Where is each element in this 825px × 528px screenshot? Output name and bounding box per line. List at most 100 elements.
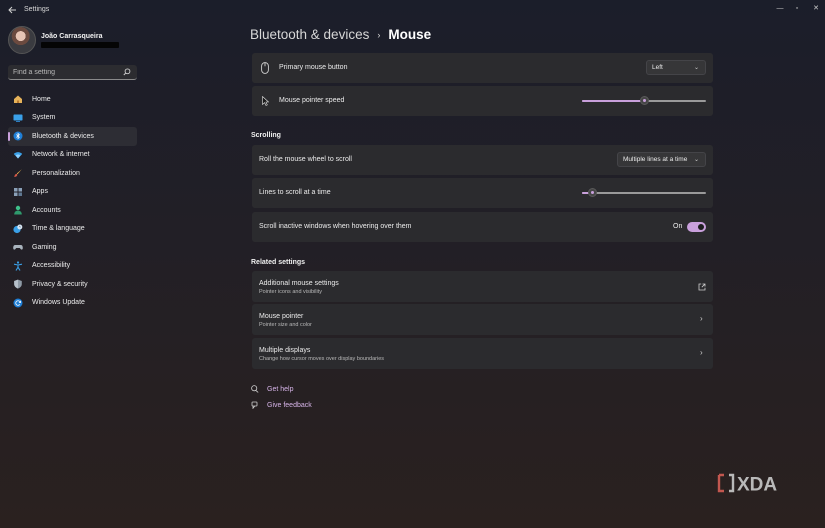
- sidebar-item-time-language[interactable]: Time & language: [8, 220, 137, 239]
- sidebar-item-label: System: [32, 114, 56, 122]
- related-item-title: Mouse pointer: [259, 313, 304, 320]
- roll-wheel-label: Roll the mouse wheel to scroll: [259, 156, 352, 163]
- redacted-email: [41, 42, 119, 48]
- user-name: João Carrasqueira: [41, 33, 103, 40]
- toggle-knob: [698, 224, 704, 230]
- lines-to-scroll-slider[interactable]: [582, 188, 706, 198]
- update-icon: [13, 298, 23, 308]
- back-arrow-icon[interactable]: [6, 5, 18, 17]
- clock-globe-icon: [13, 224, 23, 234]
- sidebar-item-accounts[interactable]: Accounts: [8, 201, 137, 220]
- search-input[interactable]: [13, 67, 118, 78]
- sidebar-nav: Home System Bluetooth & devices Network …: [8, 90, 137, 312]
- breadcrumb: Bluetooth & devices › Mouse: [250, 27, 431, 42]
- related-item-title: Additional mouse settings: [259, 280, 339, 287]
- sidebar-item-home[interactable]: Home: [8, 90, 137, 109]
- sidebar-item-label: Windows Update: [32, 299, 85, 307]
- search-icon[interactable]: [123, 68, 131, 76]
- sidebar-item-network[interactable]: Network & internet: [8, 146, 137, 165]
- title-bar: Settings — ▫ ✕: [0, 0, 825, 22]
- related-item-mouse-pointer[interactable]: Mouse pointer Pointer size and color ›: [252, 304, 713, 335]
- sidebar-item-windows-update[interactable]: Windows Update: [8, 294, 137, 313]
- related-item-multiple-displays[interactable]: Multiple displays Change how cursor move…: [252, 338, 713, 369]
- home-icon: [13, 94, 23, 104]
- close-button[interactable]: ✕: [809, 3, 823, 15]
- search-box[interactable]: [8, 65, 137, 80]
- system-icon: [13, 113, 23, 123]
- shield-icon: [13, 279, 23, 289]
- roll-wheel-card: Roll the mouse wheel to scroll Multiple …: [252, 145, 713, 175]
- help-chat-icon: [251, 385, 259, 393]
- brush-icon: [13, 168, 23, 178]
- inactive-scroll-label: Scroll inactive windows when hovering ov…: [259, 223, 412, 230]
- page-title: Mouse: [388, 27, 432, 42]
- gamepad-icon: [13, 242, 23, 252]
- related-item-title: Multiple displays: [259, 347, 311, 354]
- slider-fill: [582, 100, 644, 102]
- wifi-icon: [13, 150, 23, 160]
- primary-mouse-button-dropdown[interactable]: Left ⌄: [646, 60, 706, 75]
- chevron-right-icon: ›: [700, 348, 703, 357]
- inactive-scroll-toggle[interactable]: [687, 222, 706, 232]
- cursor-icon: [262, 96, 269, 106]
- get-help-link[interactable]: Get help: [251, 385, 293, 393]
- sidebar-item-gaming[interactable]: Gaming: [8, 238, 137, 257]
- watermark-text: XDA: [737, 475, 777, 495]
- slider-thumb[interactable]: [640, 96, 649, 105]
- minimize-button[interactable]: —: [773, 3, 787, 15]
- primary-mouse-button-card: Primary mouse button Left ⌄: [252, 53, 713, 83]
- sidebar-item-label: Accounts: [32, 206, 61, 214]
- sidebar-item-label: Time & language: [32, 225, 85, 233]
- xda-logo: XDA: [717, 473, 777, 495]
- dropdown-value: Left: [652, 64, 663, 71]
- sidebar-item-label: Personalization: [32, 169, 80, 177]
- inactive-scroll-card: Scroll inactive windows when hovering ov…: [252, 212, 713, 242]
- sidebar-item-label: Network & internet: [32, 151, 90, 159]
- scrolling-section-title: Scrolling: [251, 132, 281, 139]
- give-feedback-link[interactable]: Give feedback: [251, 401, 312, 409]
- window-title: Settings: [24, 6, 50, 13]
- primary-mouse-button-label: Primary mouse button: [279, 64, 348, 71]
- dropdown-value: Multiple lines at a time: [623, 156, 688, 163]
- feedback-icon: [251, 401, 258, 409]
- give-feedback-text[interactable]: Give feedback: [267, 402, 312, 409]
- external-link-icon: [698, 283, 706, 291]
- roll-wheel-dropdown[interactable]: Multiple lines at a time ⌄: [617, 152, 706, 167]
- related-settings-title: Related settings: [251, 259, 306, 266]
- avatar[interactable]: [8, 26, 36, 54]
- chevron-down-icon: ⌄: [693, 65, 699, 71]
- related-item-subtitle: Pointer icons and visibility: [259, 289, 322, 295]
- slider-thumb[interactable]: [588, 188, 597, 197]
- slider-track: [582, 192, 706, 194]
- apps-icon: [13, 187, 23, 197]
- sidebar-item-label: Accessibility: [32, 262, 71, 270]
- get-help-text[interactable]: Get help: [267, 386, 293, 393]
- sidebar-item-privacy-security[interactable]: Privacy & security: [8, 275, 137, 294]
- lines-to-scroll-label: Lines to scroll at a time: [259, 189, 331, 196]
- sidebar-item-label: Bluetooth & devices: [32, 132, 94, 140]
- related-item-subtitle: Pointer size and color: [259, 322, 312, 328]
- sidebar-item-label: Gaming: [32, 243, 57, 251]
- related-item-additional-mouse-settings[interactable]: Additional mouse settings Pointer icons …: [252, 271, 713, 302]
- sidebar-item-label: Home: [32, 95, 51, 103]
- related-item-subtitle: Change how cursor moves over display bou…: [259, 356, 385, 362]
- sidebar-item-apps[interactable]: Apps: [8, 183, 137, 202]
- sidebar-item-bluetooth-devices[interactable]: Bluetooth & devices: [8, 127, 137, 146]
- sidebar-item-personalization[interactable]: Personalization: [8, 164, 137, 183]
- maximize-button[interactable]: ▫: [790, 3, 804, 15]
- pointer-speed-slider[interactable]: [582, 96, 706, 106]
- lines-to-scroll-card: Lines to scroll at a time: [252, 178, 713, 208]
- sidebar-item-accessibility[interactable]: Accessibility: [8, 257, 137, 276]
- pointer-speed-label: Mouse pointer speed: [279, 97, 345, 104]
- sidebar-item-system[interactable]: System: [8, 109, 137, 128]
- mouse-icon: [261, 62, 269, 74]
- accounts-icon: [13, 205, 23, 215]
- pointer-speed-card: Mouse pointer speed: [252, 86, 713, 116]
- sidebar-item-label: Privacy & security: [32, 280, 88, 288]
- breadcrumb-separator: ›: [377, 29, 381, 40]
- sidebar-item-label: Apps: [32, 188, 48, 196]
- accessibility-icon: [13, 261, 23, 271]
- bluetooth-icon: [13, 131, 23, 141]
- breadcrumb-parent[interactable]: Bluetooth & devices: [250, 27, 369, 42]
- chevron-down-icon: ⌄: [693, 157, 699, 163]
